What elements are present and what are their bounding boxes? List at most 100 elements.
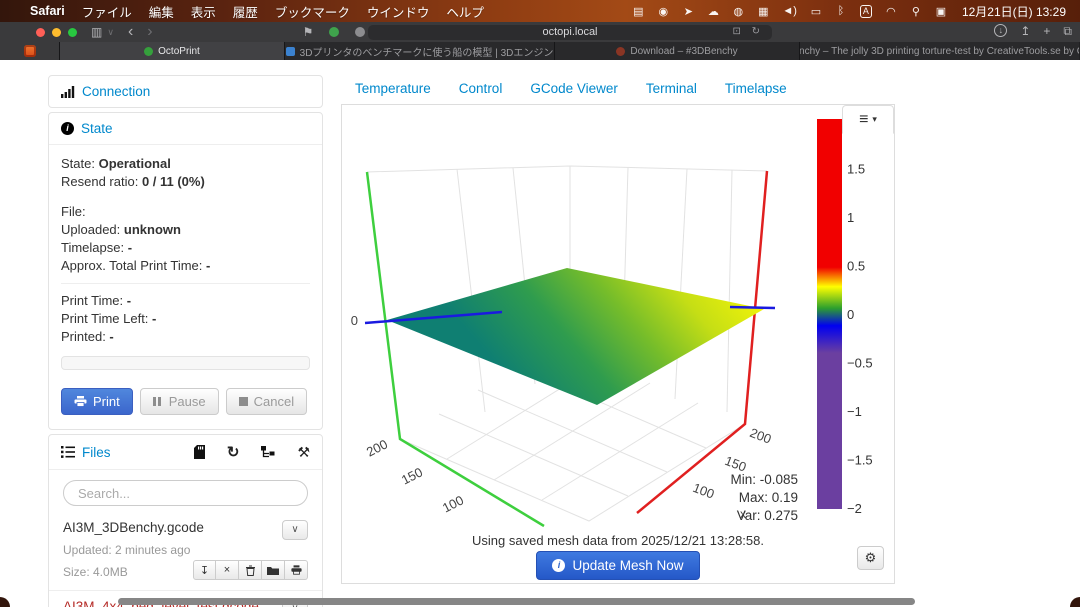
round-app-icon[interactable]: ◍ <box>732 5 744 18</box>
menu-window[interactable]: ウインドウ <box>367 2 430 21</box>
cloud-icon[interactable]: ☁ <box>707 5 719 18</box>
new-tab-icon[interactable]: + <box>1043 24 1050 39</box>
tab-download-benchy[interactable]: Download – #3DBenchy <box>555 42 800 60</box>
menu-help[interactable]: ヘルプ <box>446 2 484 21</box>
tab-favicon <box>286 47 295 56</box>
pinned-tab[interactable] <box>0 42 60 60</box>
sidebar-toggle-icon[interactable]: ▥ <box>91 25 102 39</box>
menu-file[interactable]: ファイル <box>82 2 132 21</box>
green-extension-icon[interactable] <box>329 27 339 37</box>
tab-timelapse[interactable]: Timelapse <box>711 75 801 104</box>
folder-tree-icon[interactable] <box>261 446 275 459</box>
state-panel: i State State: Operational Resend ratio:… <box>48 112 323 430</box>
main-column: Temperature Control GCode Viewer Termina… <box>341 75 895 584</box>
state-row: File: <box>61 203 310 221</box>
zero-line-right <box>730 307 775 308</box>
horizontal-scrollbar-thumb[interactable] <box>118 598 915 605</box>
mesh-data-caption: Using saved mesh data from 2025/12/21 13… <box>342 533 894 548</box>
state-row: Approx. Total Print Time: - <box>61 257 310 275</box>
tab-control[interactable]: Control <box>445 75 517 104</box>
back-button[interactable]: ‹ <box>128 23 133 41</box>
mesh-stats: Min: -0.085 Max: 0.19 Var: 0.275 <box>730 472 798 523</box>
colorbar <box>817 119 842 509</box>
tab-overflow-dropdown[interactable]: ≡ ▾ <box>842 105 894 134</box>
sidebar: Connection i State State: Operational Re… <box>48 75 323 607</box>
macos-menubar: Safari ファイル 編集 表示 履歴 ブックマーク ウインドウ ヘルプ ▤ … <box>0 0 1080 22</box>
zoom-window-button[interactable] <box>68 28 77 37</box>
state-title[interactable]: State <box>81 121 113 136</box>
connection-title[interactable]: Connection <box>82 84 150 99</box>
sidebar-chevron-icon[interactable]: ∨ <box>107 27 114 38</box>
cursor-icon[interactable]: ➤ <box>682 5 694 18</box>
screen-mirroring-icon[interactable]: ▤ <box>632 5 644 18</box>
search-icon[interactable]: ⚲ <box>910 5 922 18</box>
file-expand-button[interactable]: ∨ <box>282 520 308 540</box>
address-bar[interactable]: octopi.local ⊡ ↻ <box>368 25 772 40</box>
tab-octoprint[interactable]: OctoPrint <box>60 42 285 60</box>
volume-icon[interactable]: ◄) <box>782 5 797 17</box>
close-window-button[interactable] <box>36 28 45 37</box>
sd-card-icon[interactable] <box>194 445 205 459</box>
tab-overview-icon[interactable]: ⧉ <box>1063 24 1072 39</box>
trash-icon[interactable] <box>239 560 262 580</box>
cancel-button[interactable]: Cancel <box>226 388 307 415</box>
menu-edit[interactable]: 編集 <box>149 2 174 21</box>
svg-text:−1.5: −1.5 <box>847 453 873 468</box>
pause-button[interactable]: Pause <box>140 388 219 415</box>
plot-settings-button[interactable]: ⚙ <box>857 546 884 570</box>
tab-3dbenchy[interactable]: #3DBenchy – The jolly 3D printing tortur… <box>800 42 1079 60</box>
safari-toolbar: ▥ ∨ ‹ › ⚑ あ ≣ octopi.local ⊡ ↻ ↓ ↥ + ⧉ <box>0 22 1080 42</box>
input-source-icon[interactable]: ▦ <box>757 5 769 18</box>
load-folder-icon[interactable] <box>262 560 285 580</box>
battery-icon[interactable]: ▭ <box>810 5 822 18</box>
menu-history[interactable]: 履歴 <box>233 2 258 21</box>
files-title[interactable]: Files <box>82 445 111 460</box>
tab-terminal[interactable]: Terminal <box>632 75 711 104</box>
download-file-icon[interactable]: ↧ <box>193 560 216 580</box>
list-icon <box>61 446 75 458</box>
delete-icon[interactable]: × <box>216 560 239 580</box>
menu-bookmarks[interactable]: ブックマーク <box>275 2 350 21</box>
wifi-icon[interactable]: ◠ <box>885 5 897 18</box>
wrench-icon[interactable]: ⚒ <box>297 444 310 461</box>
menu-view[interactable]: 表示 <box>191 2 216 21</box>
bluetooth-icon[interactable]: ᛒ <box>835 5 847 17</box>
state-row: Uploaded: unknown <box>61 221 310 239</box>
gray-extension-icon[interactable] <box>355 27 365 37</box>
svg-text:1: 1 <box>847 210 854 225</box>
print-controls: Print Pause Cancel <box>61 388 310 415</box>
downloads-icon[interactable]: ↓ <box>994 24 1007 37</box>
file-name[interactable]: AI3M_3DBenchy.gcode <box>63 520 204 535</box>
bed-mesh-3d-plot[interactable]: 0 200 150 100 200 150 100 x Min: -0.085 … <box>342 109 896 533</box>
y-tick: 150 <box>399 464 425 487</box>
z-tick-0: 0 <box>351 313 358 328</box>
svg-text:−1: −1 <box>847 404 862 419</box>
state-row: Timelapse: - <box>61 239 310 257</box>
info-icon: i <box>552 559 565 572</box>
file-search-input[interactable] <box>63 480 308 506</box>
print-button[interactable]: Print <box>61 388 133 415</box>
minimize-window-button[interactable] <box>52 28 61 37</box>
window-controls <box>36 28 77 37</box>
colorbar-ticks: 2 1.5 1 0.5 0 −0.5 −1 −1.5 −2 <box>847 113 873 516</box>
keyboard-a-icon[interactable]: A <box>860 5 872 18</box>
menu-safari[interactable]: Safari <box>30 4 65 18</box>
share-icon[interactable]: ↥ <box>1020 24 1030 39</box>
update-mesh-button[interactable]: i Update Mesh Now <box>536 551 699 580</box>
state-header[interactable]: i State <box>49 113 322 144</box>
tab-gcode-viewer[interactable]: GCode Viewer <box>516 75 632 104</box>
mesh-surface <box>387 268 764 405</box>
address-bar-icons[interactable]: ⊡ ↻ <box>732 26 764 37</box>
files-header[interactable]: Files ↻ ⚒ <box>49 435 322 469</box>
refresh-icon[interactable]: ↻ <box>227 443 240 461</box>
display-icon[interactable]: ▣ <box>935 5 947 18</box>
tab-3d-model[interactable]: 3Dプリンタのベンチマークに使う船の模型 | 3Dエンジン <box>285 42 555 60</box>
pin-extension-icon[interactable]: ⚑ <box>303 25 314 39</box>
forward-button[interactable]: › <box>147 23 152 41</box>
tab-temperature[interactable]: Temperature <box>341 75 445 104</box>
hamburger-icon: ≡ <box>859 111 868 129</box>
menubar-clock[interactable]: 12月21日(日) 13:29 <box>962 3 1066 20</box>
print-file-icon[interactable] <box>285 560 308 580</box>
connection-header[interactable]: Connection <box>49 76 322 107</box>
user-icon[interactable]: ◉ <box>657 5 669 18</box>
